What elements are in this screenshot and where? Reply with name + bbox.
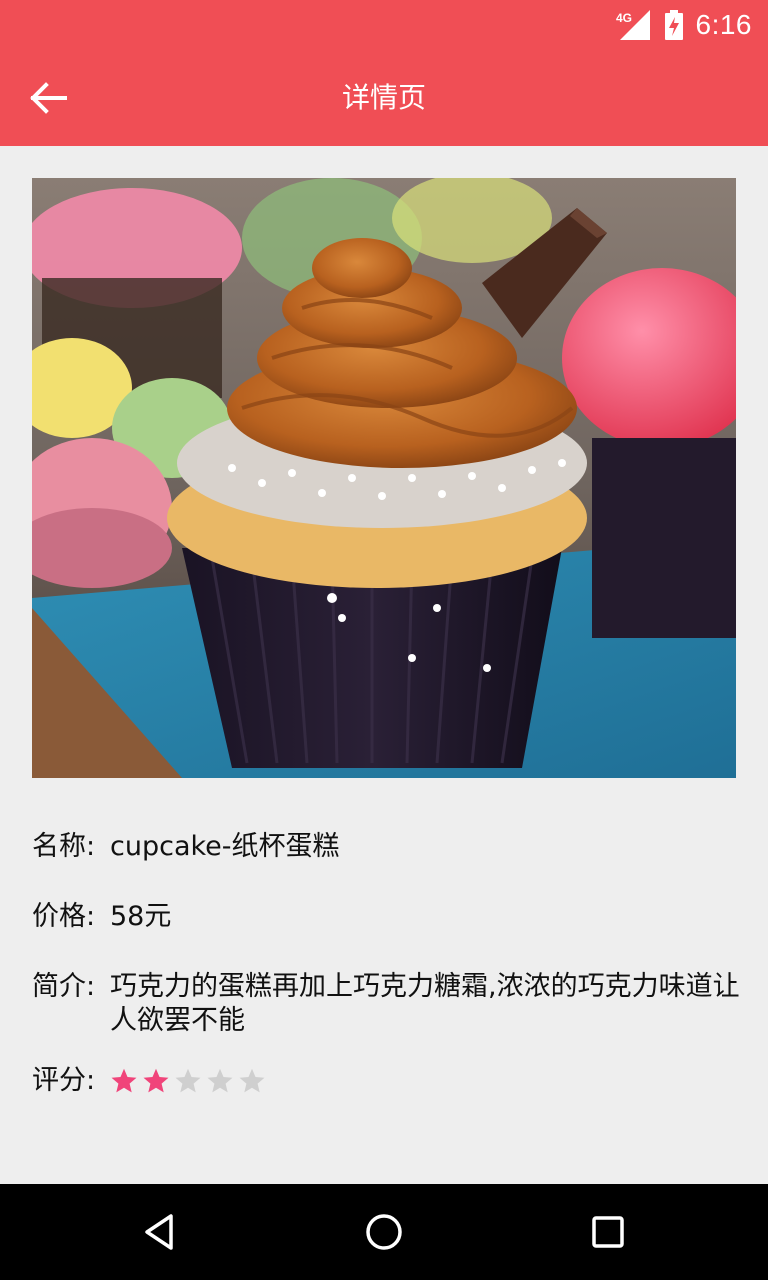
product-description-row: 简介: 巧克力的蛋糕再加上巧克力糖霜,浓浓的巧克力味道让人欲罢不能 — [32, 970, 762, 1038]
system-navigation-bar — [0, 1184, 768, 1280]
product-description: 巧克力的蛋糕再加上巧克力糖霜,浓浓的巧克力味道让人欲罢不能 — [110, 971, 740, 1036]
rating-label: 评分: — [32, 1065, 96, 1096]
cell-signal-icon: 4G — [616, 10, 652, 40]
name-label: 名称: — [32, 831, 96, 862]
product-name: cupcake-纸杯蛋糕 — [110, 831, 340, 862]
star-filled-icon[interactable] — [110, 1067, 138, 1095]
cupcake-photo — [32, 178, 736, 778]
price-label: 价格: — [32, 901, 96, 932]
product-image — [32, 178, 736, 778]
product-price-row: 价格: 58元 — [32, 900, 762, 934]
status-time: 6:16 — [695, 9, 752, 40]
status-icons: 4G 6:16 — [616, 8, 753, 42]
product-price: 58元 — [110, 901, 172, 932]
star-empty-icon[interactable] — [238, 1067, 266, 1095]
nav-back-button[interactable] — [136, 1208, 184, 1256]
triangle-back-icon — [145, 1214, 173, 1250]
network-type-label: 4G — [616, 11, 632, 25]
app-bar: 详情页 — [0, 50, 768, 146]
description-label: 简介: — [32, 971, 96, 1002]
status-bar: 4G 6:16 — [0, 0, 768, 50]
star-empty-icon[interactable] — [206, 1067, 234, 1095]
page-title: 详情页 — [341, 81, 426, 114]
rating-stars[interactable] — [110, 1067, 266, 1095]
nav-recents-button[interactable] — [584, 1208, 632, 1256]
product-name-row: 名称: cupcake-纸杯蛋糕 — [32, 830, 762, 864]
circle-home-icon — [366, 1214, 402, 1250]
battery-charging-icon — [664, 10, 684, 40]
square-recents-icon — [592, 1216, 624, 1248]
nav-home-button[interactable] — [360, 1208, 408, 1256]
product-rating-row: 评分: — [32, 1064, 762, 1098]
star-filled-icon[interactable] — [142, 1067, 170, 1095]
star-empty-icon[interactable] — [174, 1067, 202, 1095]
